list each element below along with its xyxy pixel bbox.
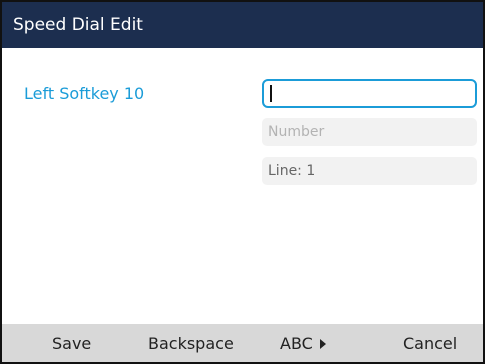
name-input[interactable] xyxy=(262,79,477,108)
cancel-button[interactable]: Cancel xyxy=(403,324,458,362)
line-field[interactable]: Line: 1 xyxy=(262,157,477,185)
abc-button-label: ABC xyxy=(280,334,313,353)
softkey-bar: Save Backspace ABC Cancel xyxy=(2,324,483,362)
text-caret xyxy=(270,85,272,102)
number-field[interactable]: Number xyxy=(262,118,477,146)
page-title: Speed Dial Edit xyxy=(2,2,483,48)
right-arrow-icon xyxy=(319,338,326,349)
backspace-button-label: Backspace xyxy=(148,334,234,353)
cancel-button-label: Cancel xyxy=(403,334,458,353)
save-button[interactable]: Save xyxy=(52,324,92,362)
backspace-button[interactable]: Backspace xyxy=(148,324,234,362)
abc-button[interactable]: ABC xyxy=(280,324,326,362)
save-button-label: Save xyxy=(52,334,92,353)
field-label: Left Softkey 10 xyxy=(24,84,145,103)
phone-screen: Speed Dial Edit Left Softkey 10 Number L… xyxy=(0,0,485,364)
